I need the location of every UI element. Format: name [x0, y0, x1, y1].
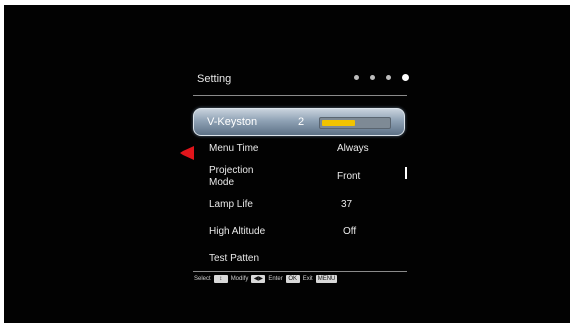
page-dot-4-active[interactable]	[402, 74, 409, 81]
menu-item-label: Menu Time	[209, 143, 259, 154]
menu-item-value: Off	[343, 226, 357, 237]
text-cursor	[405, 167, 407, 179]
legend-enter-label: Enter	[268, 276, 283, 282]
menu-item-label: Test Patten	[209, 253, 260, 264]
v-keystone-slider[interactable]	[319, 117, 391, 129]
key-legend: Select ↕ Modify ◀▶ Enter OK Exit MENU	[194, 275, 338, 283]
v-keystone-value: 2	[298, 116, 305, 128]
menu-item-value: 37	[341, 199, 353, 210]
menu-item-value: Always	[337, 143, 369, 154]
modify-key-icon: ◀▶	[251, 275, 266, 283]
page-dot-1[interactable]	[354, 75, 359, 80]
menu-item-label: Lamp Life	[209, 199, 253, 210]
v-keystone-row[interactable]: V-Keyston 2	[193, 108, 405, 136]
ok-key-icon: OK	[285, 275, 300, 283]
select-key-icon: ↕	[213, 275, 228, 283]
legend-select-label: Select	[194, 276, 211, 282]
projector-screen: Setting V-Keyston 2 Menu Time Always Pro…	[4, 5, 570, 323]
v-keystone-label: V-Keyston	[207, 116, 258, 128]
menu-item-label: Projection Mode	[209, 165, 254, 188]
bottom-divider	[193, 271, 407, 272]
menu-key-icon: MENU	[315, 275, 338, 283]
page-dot-3[interactable]	[386, 75, 391, 80]
top-divider	[193, 95, 407, 96]
menu-item-value: Front	[337, 171, 361, 182]
setting-title: Setting	[197, 73, 232, 85]
page-dot-2[interactable]	[370, 75, 375, 80]
legend-modify-label: Modify	[230, 276, 249, 282]
setting-panel: Setting V-Keyston 2 Menu Time Always Pro…	[189, 63, 409, 293]
menu-item-label: High Altitude	[209, 226, 266, 237]
legend-exit-label: Exit	[302, 276, 313, 282]
page-dots	[354, 74, 409, 81]
v-keystone-slider-fill	[322, 120, 355, 126]
